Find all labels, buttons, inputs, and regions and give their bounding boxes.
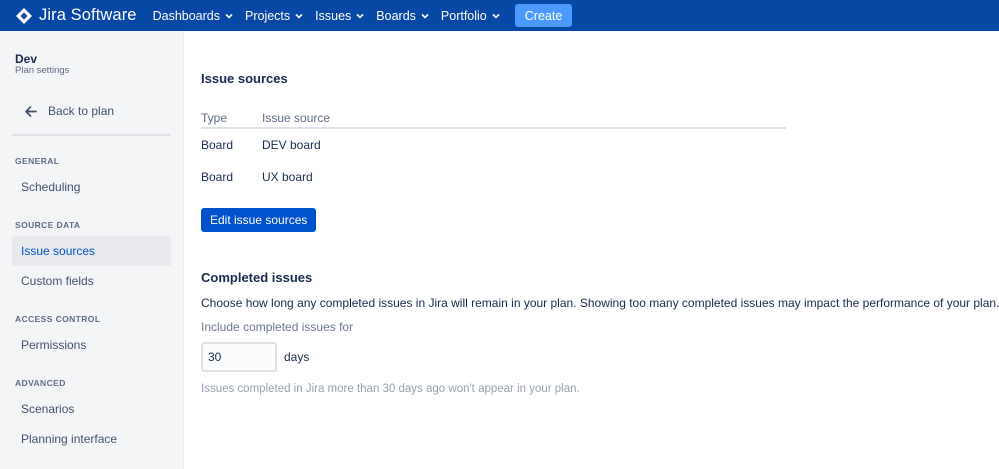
nav-label: Portfolio (440, 8, 487, 23)
nav-portfolio[interactable]: Portfolio (441, 9, 500, 23)
row-1-source: DEV board (262, 138, 321, 152)
section-access-control: ACCESS CONTROL (15, 314, 101, 324)
nav-label: Projects (245, 8, 291, 23)
nav-projects[interactable]: Projects (245, 9, 303, 23)
section-source-data: SOURCE DATA (15, 220, 81, 230)
nav-dashboards[interactable]: Dashboards (153, 9, 233, 23)
project-subtitle: Plan settings (15, 65, 70, 76)
project-name: Dev (15, 52, 38, 66)
completed-issues-hint: Issues completed in Jira more than 30 da… (201, 383, 580, 395)
row-2-type: Board (201, 170, 234, 184)
sidebar-divider (12, 134, 171, 136)
section-general: GENERAL (15, 156, 60, 166)
days-unit-label: days (284, 350, 310, 364)
nav-issues[interactable]: Issues (315, 9, 364, 23)
arrow-left-icon (25, 105, 37, 117)
completed-issues-description: Choose how long any completed issues in … (201, 296, 999, 310)
nav-label: Dashboards (152, 8, 220, 23)
chevron-down-icon (225, 13, 233, 19)
completed-days-input[interactable] (201, 342, 277, 372)
sidebar-item-planning-interface[interactable]: Planning interface (12, 424, 171, 454)
section-advanced: ADVANCED (15, 378, 66, 388)
completed-issues-heading: Completed issues (201, 270, 313, 285)
back-label: Back to plan (48, 104, 115, 118)
edit-issue-sources-button[interactable]: Edit issue sources (201, 208, 317, 232)
sidebar-item-permissions[interactable]: Permissions (12, 330, 171, 360)
chevron-down-icon (356, 13, 364, 19)
sidebar-item-custom-fields[interactable]: Custom fields (12, 266, 171, 296)
nav-boards[interactable]: Boards (376, 9, 429, 23)
chevron-down-icon (421, 13, 429, 19)
create-button[interactable]: Create (514, 4, 573, 27)
sidebar-item-issue-sources[interactable]: Issue sources (12, 236, 171, 266)
row-2-source: UX board (262, 170, 313, 184)
jira-diamond-icon (16, 7, 32, 24)
column-header-issue-source: Issue source (262, 111, 331, 125)
chevron-down-icon (295, 13, 303, 19)
sidebar: Dev Plan settings Back to plan GENERAL S… (0, 31, 184, 469)
jira-logo[interactable]: Jira Software (15, 6, 137, 25)
chevron-down-icon (492, 13, 500, 19)
logo-text: Jira Software (39, 6, 137, 24)
column-header-type: Type (201, 111, 228, 125)
nav-label: Issues (315, 8, 352, 23)
nav-label: Boards (376, 8, 416, 23)
sidebar-item-scheduling[interactable]: Scheduling (12, 172, 171, 202)
completed-issues-field-label: Include completed issues for (201, 320, 354, 334)
back-to-plan-link[interactable]: Back to plan (24, 104, 114, 118)
top-navigation: Jira Software Dashboards Projects Issues… (0, 0, 999, 31)
table-header-divider (201, 127, 786, 129)
sidebar-item-scenarios[interactable]: Scenarios (12, 394, 171, 424)
issue-sources-heading: Issue sources (201, 71, 288, 86)
row-1-type: Board (201, 138, 234, 152)
